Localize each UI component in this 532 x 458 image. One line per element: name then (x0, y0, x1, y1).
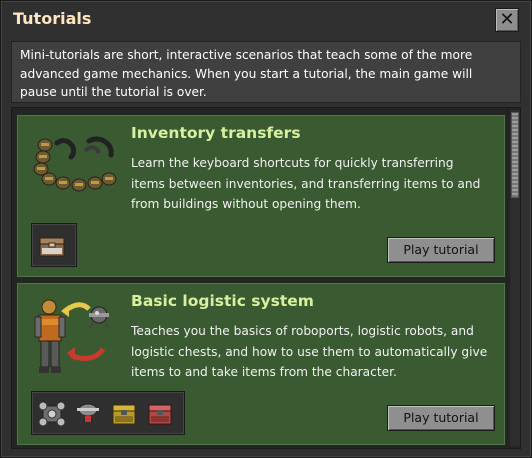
tutorials-window: Tutorials ✕ Mini-tutorials are short, in… (0, 0, 532, 458)
scrollbar[interactable] (510, 110, 520, 446)
required-items (31, 223, 77, 267)
play-tutorial-button[interactable]: Play tutorial (387, 405, 495, 431)
tutorial-card-inventory-transfers: Inventory transfers Learn the keyboard s… (16, 114, 506, 278)
active-provider-chest-icon (144, 397, 176, 429)
tutorial-description: Learn the keyboard shortcuts for quickly… (131, 156, 481, 211)
wooden-chest-icon (36, 229, 68, 261)
scrollbar-thumb[interactable] (511, 112, 519, 198)
logistic-robot-icon (72, 397, 104, 429)
tutorial-description: Teaches you the basics of roboports, log… (131, 324, 488, 379)
required-items (31, 391, 185, 435)
roboport-icon (36, 397, 68, 429)
intro-text: Mini-tutorials are short, interactive sc… (20, 48, 473, 99)
close-icon: ✕ (499, 9, 515, 30)
character-with-robot-icon (34, 299, 109, 373)
tutorial-title: Basic logistic system (131, 292, 314, 310)
tutorial-title: Inventory transfers (131, 124, 301, 142)
tutorial-list: Inventory transfers Learn the keyboard s… (11, 107, 521, 449)
storage-chest-icon (108, 397, 140, 429)
intro-panel: Mini-tutorials are short, interactive sc… (11, 41, 521, 103)
window-title: Tutorials (13, 9, 92, 28)
titlebar: Tutorials ✕ (1, 1, 531, 37)
transport-belt-items-icon (33, 136, 117, 192)
play-tutorial-button[interactable]: Play tutorial (387, 237, 495, 263)
tutorial-card-basic-logistic-system: Basic logistic system Teaches you the ba… (16, 282, 506, 446)
close-button[interactable]: ✕ (495, 8, 519, 32)
